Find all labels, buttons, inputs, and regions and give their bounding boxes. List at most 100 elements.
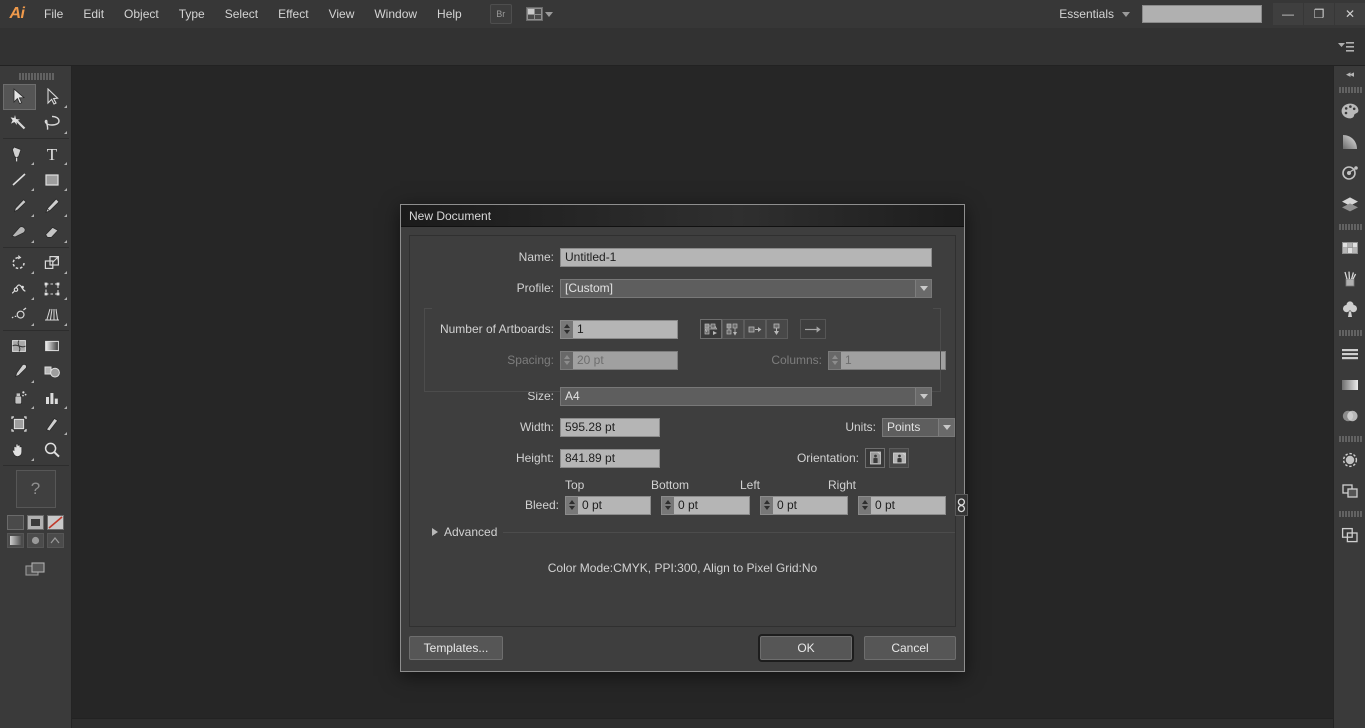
arrangement-direction-button[interactable] (800, 319, 826, 339)
link-bleed-button[interactable] (955, 494, 968, 516)
ok-button[interactable]: OK (760, 636, 852, 660)
appearance-panel-button[interactable] (1334, 444, 1365, 475)
profile-select[interactable]: [Custom] (560, 278, 932, 298)
templates-button[interactable]: Templates... (409, 636, 503, 660)
panel-menu-button[interactable] (1333, 34, 1359, 60)
bleed-right-input[interactable] (871, 495, 946, 515)
dock-group-handle[interactable] (1337, 85, 1362, 94)
layers-panel-button[interactable] (1334, 188, 1365, 219)
lasso-tool[interactable] (36, 110, 69, 136)
toolbox-drag-handle[interactable] (17, 70, 54, 82)
bleed-top-stepper[interactable] (565, 495, 578, 515)
eraser-tool[interactable] (36, 219, 69, 245)
transparency-panel-button[interactable] (1334, 400, 1365, 431)
color-mode-button[interactable] (27, 533, 44, 548)
restore-button[interactable]: ❐ (1304, 3, 1334, 25)
portrait-orientation-button[interactable] (865, 448, 885, 468)
search-input[interactable] (1147, 6, 1289, 22)
dock-group-handle[interactable] (1337, 509, 1362, 518)
zoom-tool[interactable] (36, 437, 69, 463)
close-button[interactable]: ✕ (1335, 3, 1365, 25)
change-screen-mode-button[interactable] (23, 559, 49, 581)
symbols-panel-button[interactable] (1334, 294, 1365, 325)
column-graph-tool[interactable] (36, 385, 69, 411)
menu-edit[interactable]: Edit (73, 0, 114, 28)
slice-tool[interactable] (36, 411, 69, 437)
none-mode-button[interactable] (47, 533, 64, 548)
bridge-button[interactable]: Br (489, 4, 512, 24)
artboard-tool[interactable] (3, 411, 36, 437)
swatches-panel-button[interactable] (1334, 232, 1365, 263)
bleed-right-stepper[interactable] (858, 495, 871, 515)
color-panel-button[interactable] (1334, 95, 1365, 126)
dock-group-handle[interactable] (1337, 222, 1362, 231)
size-select[interactable]: A4 (560, 386, 932, 406)
width-input[interactable] (560, 417, 660, 437)
artboards-stepper[interactable] (560, 319, 573, 339)
symbol-sprayer-tool[interactable] (3, 385, 36, 411)
paintbrush-tool[interactable] (3, 193, 36, 219)
shape-builder-tool[interactable] (3, 302, 36, 328)
menu-view[interactable]: View (319, 0, 365, 28)
direct-selection-tool[interactable] (36, 84, 69, 110)
arrange-documents-button[interactable] (522, 4, 558, 24)
bleed-left-stepper[interactable] (760, 495, 773, 515)
menu-window[interactable]: Window (364, 0, 427, 28)
stroke-panel-button[interactable] (1334, 157, 1365, 188)
pen-tool[interactable] (3, 141, 36, 167)
rotate-tool[interactable] (3, 250, 36, 276)
dialog-title-bar[interactable]: New Document (401, 205, 964, 227)
gradient-mode-button[interactable] (7, 533, 24, 548)
advanced-section[interactable]: Advanced (410, 525, 955, 539)
blob-brush-tool[interactable] (3, 219, 36, 245)
none-swatch[interactable] (47, 515, 64, 530)
menu-help[interactable]: Help (427, 0, 472, 28)
minimize-button[interactable]: — (1273, 3, 1303, 25)
selection-tool[interactable] (2, 84, 36, 110)
bleed-top-input[interactable] (578, 495, 651, 515)
artboards-panel-button[interactable] (1334, 475, 1365, 506)
align-panel-button[interactable] (1334, 338, 1365, 369)
perspective-grid-tool[interactable] (36, 302, 69, 328)
gradient-panel-button[interactable] (1334, 126, 1365, 157)
menu-object[interactable]: Object (114, 0, 169, 28)
mesh-tool[interactable] (3, 333, 36, 359)
grid-by-row-button[interactable] (700, 319, 722, 339)
width-tool[interactable] (3, 276, 36, 302)
expand-panels-button[interactable]: ◂◂ (1334, 66, 1365, 82)
gradient2-panel-button[interactable] (1334, 369, 1365, 400)
type-tool[interactable]: T (36, 141, 69, 167)
pencil-tool[interactable] (36, 193, 69, 219)
line-segment-tool[interactable] (3, 167, 36, 193)
eyedropper-tool[interactable] (3, 359, 36, 385)
bleed-bottom-input[interactable] (674, 495, 750, 515)
menu-effect[interactable]: Effect (268, 0, 318, 28)
blend-tool[interactable] (36, 359, 69, 385)
document-panel-button[interactable] (1334, 519, 1365, 550)
artboards-input[interactable] (573, 319, 678, 339)
free-transform-tool[interactable] (36, 276, 69, 302)
magic-wand-tool[interactable] (3, 110, 36, 136)
scale-tool[interactable] (36, 250, 69, 276)
dock-group-handle[interactable] (1337, 328, 1362, 337)
units-select[interactable]: Points (882, 417, 955, 437)
gradient-tool[interactable] (36, 333, 69, 359)
document-name-input[interactable] (560, 247, 932, 267)
dock-group-handle[interactable] (1337, 434, 1362, 443)
search-box[interactable] (1142, 5, 1289, 23)
rectangle-tool[interactable] (36, 167, 69, 193)
cancel-button[interactable]: Cancel (864, 636, 956, 660)
horizontal-scrollbar[interactable] (72, 718, 1333, 728)
stroke-swatch[interactable] (27, 515, 44, 530)
brushes-panel-button[interactable] (1334, 263, 1365, 294)
arrange-left-to-right-button[interactable] (744, 319, 766, 339)
grid-by-column-button[interactable] (722, 319, 744, 339)
workspace-switcher[interactable]: Essentials (1047, 3, 1142, 25)
landscape-orientation-button[interactable] (889, 448, 909, 468)
help-placeholder[interactable]: ? (15, 470, 56, 508)
bleed-bottom-stepper[interactable] (661, 495, 674, 515)
bleed-left-input[interactable] (773, 495, 848, 515)
arrange-top-to-bottom-button[interactable] (766, 319, 788, 339)
menu-select[interactable]: Select (215, 0, 268, 28)
menu-file[interactable]: File (34, 0, 73, 28)
